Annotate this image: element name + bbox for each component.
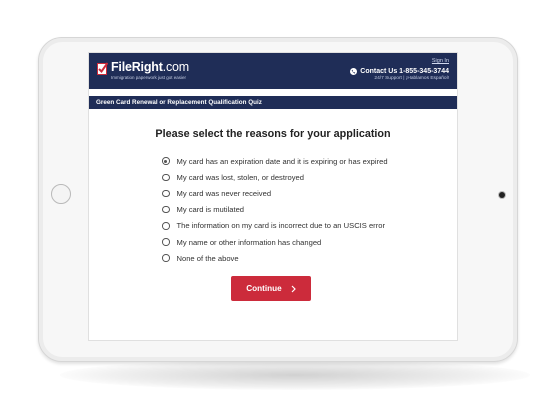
option-never-received[interactable]: My card was never received xyxy=(162,185,388,201)
option-name-changed[interactable]: My name or other information has changed xyxy=(162,234,388,250)
radio-button[interactable] xyxy=(162,222,170,230)
contact-block: Contact Us 1-855-345-3744 24/7 Support |… xyxy=(350,68,449,81)
option-expiring[interactable]: My card has an expiration date and it is… xyxy=(162,153,388,169)
tablet-home-button xyxy=(51,184,71,204)
tablet-camera xyxy=(499,192,505,198)
option-label: My card is mutilated xyxy=(176,205,245,215)
option-lost-stolen[interactable]: My card was lost, stolen, or destroyed xyxy=(162,169,388,185)
question-heading: Please select the reasons for your appli… xyxy=(155,128,391,140)
radio-button-selected[interactable] xyxy=(162,157,170,165)
brand-tagline: Immigration paperwork just got easier xyxy=(111,75,187,80)
tablet-shadow xyxy=(60,360,530,390)
reason-options: My card has an expiration date and it is… xyxy=(162,153,388,266)
radio-button[interactable] xyxy=(162,254,170,262)
site-header: FileRight.com Immigration paperwork just… xyxy=(89,53,457,89)
option-uscis-error[interactable]: The information on my card is incorrect … xyxy=(162,218,388,234)
option-label: My card was never received xyxy=(176,188,272,198)
support-text: 24/7 Support | ¡Hablamos Español! xyxy=(374,76,449,81)
logo-text: FileRight.com Immigration paperwork just… xyxy=(111,61,189,81)
option-label: My card has an expiration date and it is… xyxy=(176,156,388,166)
option-label: None of the above xyxy=(176,253,239,263)
checkmark-document-icon xyxy=(97,62,108,75)
fileright-logo[interactable]: FileRight.com Immigration paperwork just… xyxy=(97,61,189,81)
option-label: My card was lost, stolen, or destroyed xyxy=(176,172,304,182)
sign-in-link[interactable]: Sign In xyxy=(432,58,449,64)
continue-button[interactable]: Continue xyxy=(231,276,311,301)
radio-button[interactable] xyxy=(162,238,170,246)
tablet-screen: FileRight.com Immigration paperwork just… xyxy=(88,52,458,341)
option-label: The information on my card is incorrect … xyxy=(176,221,386,231)
radio-button[interactable] xyxy=(162,173,170,182)
brand-tld: .com xyxy=(162,60,189,74)
contact-phone[interactable]: Contact Us 1-855-345-3744 xyxy=(350,68,449,75)
contact-label: Contact Us 1-855-345-3744 xyxy=(360,68,449,75)
quiz-title-bar: Green Card Renewal or Replacement Qualif… xyxy=(89,96,457,109)
brand-name: FileRight.com xyxy=(111,60,189,74)
option-mutilated[interactable]: My card is mutilated xyxy=(162,202,388,218)
chevron-right-icon xyxy=(291,285,296,292)
option-none[interactable]: None of the above xyxy=(162,250,388,266)
radio-button[interactable] xyxy=(162,205,170,214)
radio-button[interactable] xyxy=(162,189,170,198)
continue-label: Continue xyxy=(246,284,282,293)
option-label: My name or other information has changed xyxy=(176,237,322,247)
phone-icon xyxy=(350,68,358,75)
